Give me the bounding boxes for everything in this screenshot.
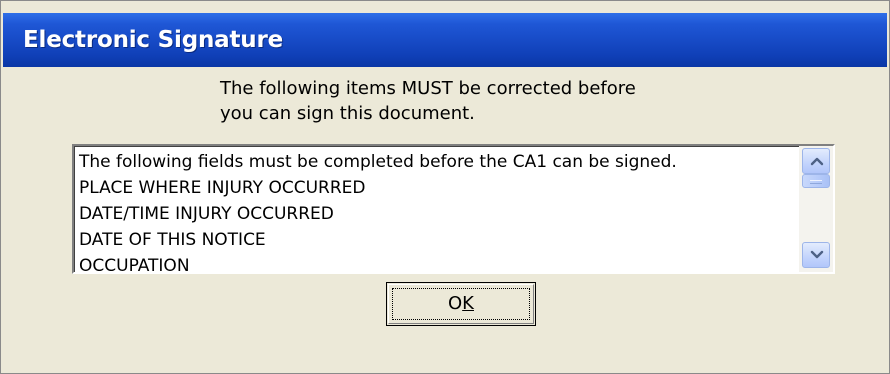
scroll-up-button[interactable] [802,148,830,174]
chevron-up-icon [810,157,824,166]
ok-label-main: O [448,293,463,314]
ok-button-label: OK [387,292,535,316]
window-title: Electronic Signature [23,27,283,53]
vertical-scrollbar[interactable] [799,146,833,272]
ok-label-mnemonic: K [462,293,474,314]
list-item: DATE OF THIS NOTICE [79,230,266,250]
list-item: DATE/TIME INJURY OCCURRED [79,204,334,224]
message-line-2: you can sign this document. [220,103,475,124]
message-line-1: The following items MUST be corrected be… [220,78,636,99]
electronic-signature-dialog: Electronic Signature The following items… [0,0,890,374]
list-content: The following fields must be completed b… [79,149,797,274]
scroll-thumb[interactable] [802,174,830,188]
list-item: PLACE WHERE INJURY OCCURRED [79,178,366,198]
ok-button[interactable]: OK [386,282,536,326]
title-bar[interactable]: Electronic Signature [3,13,887,67]
error-message: The following items MUST be corrected be… [220,76,636,126]
required-fields-listbox[interactable]: The following fields must be completed b… [72,144,835,274]
scroll-down-button[interactable] [802,242,830,268]
chevron-down-icon [810,250,824,259]
list-item: OCCUPATION [79,256,190,274]
list-item: The following fields must be completed b… [79,152,677,172]
